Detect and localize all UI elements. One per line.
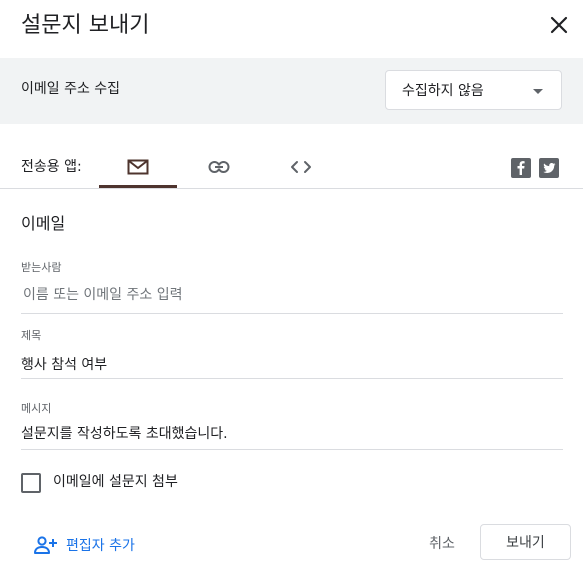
dropdown-arrow-icon <box>533 89 543 94</box>
collect-email-selected-value: 수집하지 않음 <box>402 83 484 99</box>
include-form-checkbox[interactable] <box>21 473 41 493</box>
add-person-icon <box>34 536 57 554</box>
twitter-share-button[interactable] <box>539 158 559 178</box>
add-editor-label: 편집자 추가 <box>66 538 135 554</box>
message-field-label: 메시지 <box>21 402 52 415</box>
close-icon <box>550 16 568 34</box>
tab-embed[interactable] <box>262 146 340 188</box>
dialog-title: 설문지 보내기 <box>21 13 150 38</box>
facebook-share-button[interactable] <box>511 158 531 178</box>
message-input[interactable] <box>21 424 553 444</box>
add-editor-button[interactable]: 편집자 추가 <box>33 533 135 557</box>
send-button[interactable]: 보내기 <box>480 524 571 560</box>
facebook-icon <box>517 161 525 175</box>
subject-input[interactable] <box>21 355 553 375</box>
twitter-icon <box>543 163 556 173</box>
subject-field-label: 제목 <box>21 329 42 342</box>
link-icon <box>208 161 230 173</box>
subject-field-underline <box>21 378 563 379</box>
code-icon <box>291 161 311 173</box>
cancel-button[interactable]: 취소 <box>419 530 465 556</box>
tabs-divider <box>0 188 583 189</box>
to-field-underline <box>21 313 563 314</box>
collect-email-label: 이메일 주소 수집 <box>21 81 121 97</box>
mail-icon <box>127 159 149 175</box>
to-field-label: 받는사람 <box>21 261 62 274</box>
email-section-title: 이메일 <box>21 214 66 233</box>
to-input[interactable] <box>23 285 553 305</box>
close-button[interactable] <box>548 14 570 36</box>
send-via-label: 전송용 앱: <box>21 159 82 175</box>
message-field-underline <box>21 449 563 450</box>
tab-email[interactable] <box>99 146 177 188</box>
tab-link[interactable] <box>180 146 258 188</box>
include-form-label: 이메일에 설문지 첨부 <box>53 474 178 490</box>
collect-email-select[interactable]: 수집하지 않음 <box>385 70 562 110</box>
